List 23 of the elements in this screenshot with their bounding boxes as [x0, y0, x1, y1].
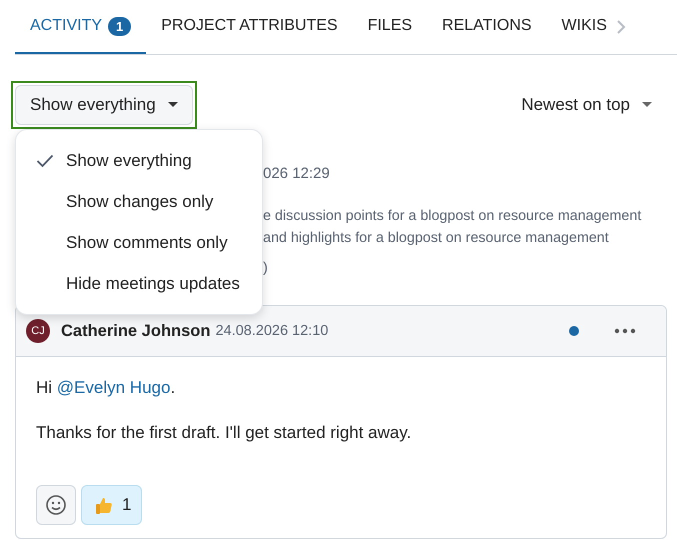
- sort-dropdown[interactable]: Newest on top: [521, 95, 652, 115]
- comment-date: 24.08.2026 12:10: [215, 323, 328, 339]
- comment-text: Hi @Evelyn Hugo.: [36, 377, 176, 399]
- menu-item[interactable]: Show changes only: [16, 181, 262, 222]
- menu-item[interactable]: Show everything: [16, 140, 262, 181]
- tab[interactable]: PROJECT ATTRIBUTES: [146, 0, 353, 54]
- menu-item[interactable]: Show comments only: [16, 222, 262, 263]
- tab[interactable]: RELATIONS: [427, 0, 547, 54]
- tab[interactable]: ACTIVITY 1: [15, 0, 146, 54]
- entry-text: e discussion points for a blogpost on resource management: [263, 207, 642, 226]
- avatar: CJ: [26, 319, 50, 343]
- menu-item[interactable]: Hide meetings updates: [16, 263, 262, 304]
- filter-dropdown[interactable]: Show everything: [15, 85, 193, 125]
- thumbs-up-reaction[interactable]: 1: [81, 485, 142, 525]
- author-name[interactable]: Catherine Johnson: [61, 322, 210, 340]
- mention-link[interactable]: @Evelyn Hugo: [56, 378, 170, 397]
- comment-text: Thanks for the first draft. I'll get started right away.: [36, 422, 412, 444]
- entry-footer: ): [263, 260, 268, 276]
- entry-date: 026 12:29: [263, 165, 330, 182]
- tab[interactable]: WIKIS: [546, 0, 622, 54]
- tab[interactable]: FILES: [352, 0, 428, 54]
- count-badge: 1: [108, 16, 132, 36]
- entry-text: and highlights for a blogpost on resource management: [263, 229, 610, 248]
